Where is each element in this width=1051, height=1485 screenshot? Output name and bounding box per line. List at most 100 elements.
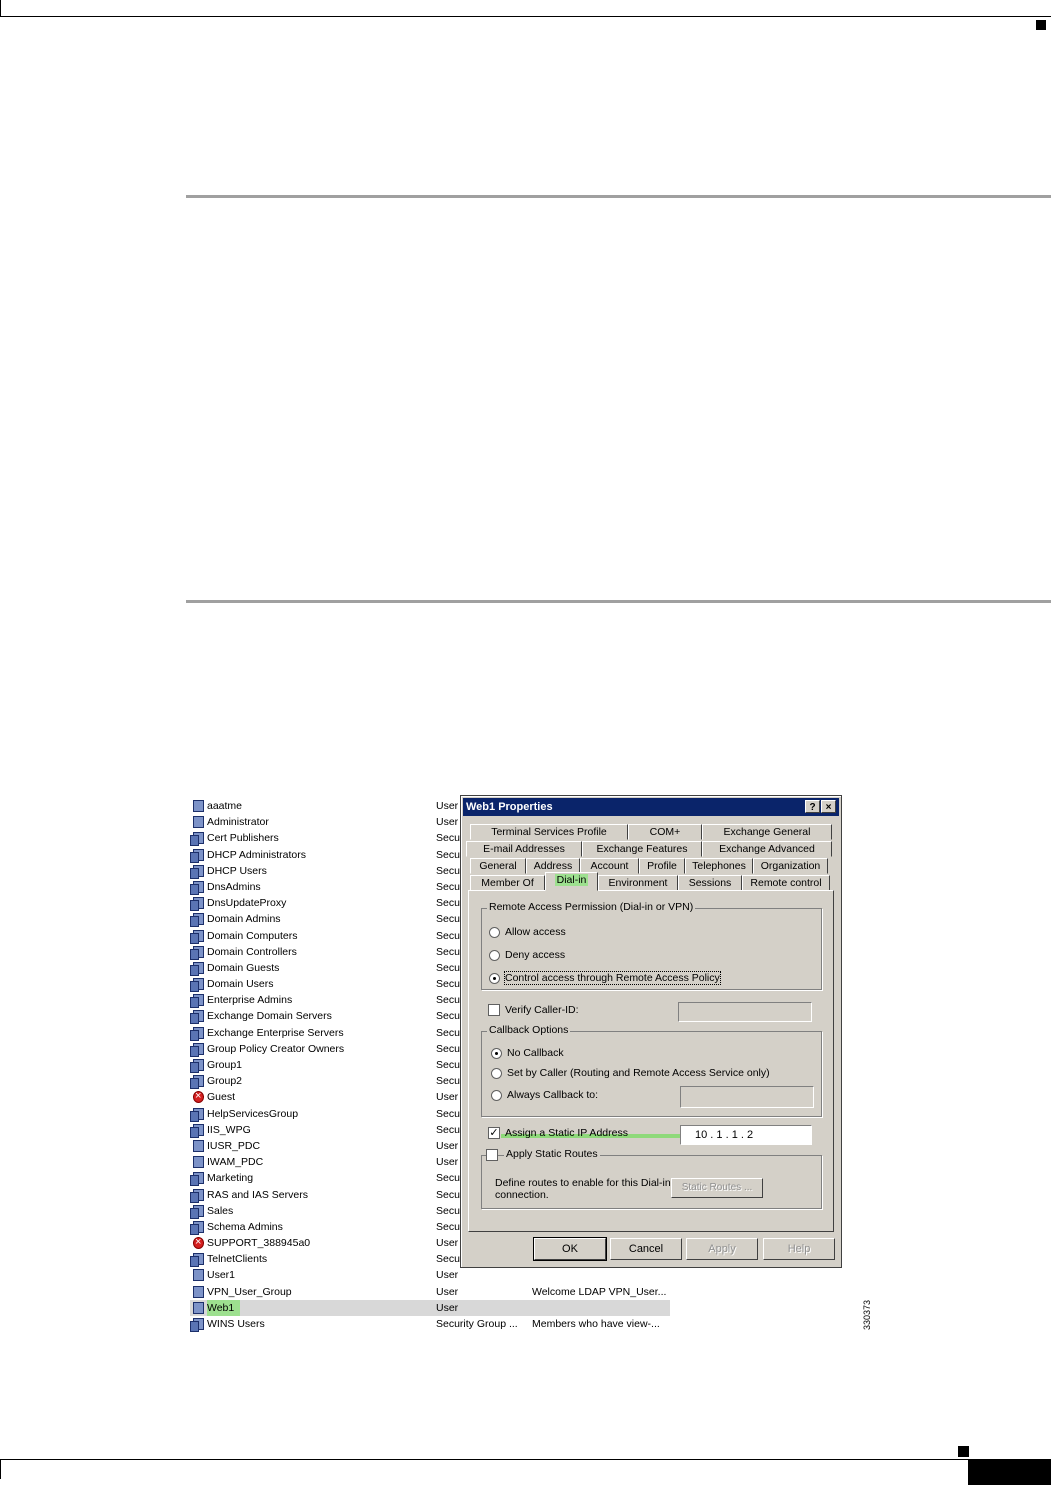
- tab-organization[interactable]: Organization: [753, 858, 828, 874]
- group-icon: [190, 1107, 204, 1122]
- tab-general[interactable]: General: [470, 858, 526, 874]
- deny-access-label[interactable]: Deny access: [505, 949, 565, 961]
- group-icon: [190, 913, 204, 928]
- list-item-name: IUSR_PDC: [207, 1139, 261, 1152]
- static-ip-address-field[interactable]: 10 . 1 . 1 . 2: [680, 1125, 812, 1145]
- section-rule: [186, 195, 1051, 198]
- list-item-type: Secu: [436, 1220, 460, 1233]
- group-icon: [190, 1026, 204, 1041]
- list-item-name: Group Policy Creator Owners: [207, 1042, 345, 1055]
- list-item-type: Secu: [436, 897, 460, 910]
- group-icon: [190, 1172, 204, 1187]
- footer-tick: [0, 1459, 1, 1479]
- help-icon[interactable]: ?: [805, 800, 820, 813]
- user-icon: [193, 1156, 204, 1169]
- always-callback-field[interactable]: [680, 1086, 814, 1108]
- tab-telephones[interactable]: Telephones: [685, 858, 753, 874]
- disabled-user-icon: [193, 1234, 204, 1250]
- list-item-type: User: [436, 1091, 459, 1104]
- list-item-type: Secu: [436, 1042, 460, 1055]
- list-item-type: Secu: [436, 1075, 460, 1088]
- user-icon: [193, 1269, 204, 1282]
- static-ip-label[interactable]: Assign a Static IP Address: [505, 1127, 628, 1139]
- static-ip-checkbox[interactable]: ✓: [488, 1127, 500, 1139]
- group-icon: [190, 1253, 204, 1268]
- allow-access-radio[interactable]: [489, 927, 500, 938]
- list-item[interactable]: WINS Users Security Group ... Members who …: [190, 1316, 670, 1332]
- tab-exchange-general[interactable]: Exchange General: [702, 824, 832, 840]
- tab-email-addresses[interactable]: E-mail Addresses: [466, 841, 582, 857]
- set-by-caller-radio[interactable]: [491, 1068, 502, 1079]
- tab-terminal-services-profile[interactable]: Terminal Services Profile: [470, 824, 628, 840]
- tab-com-plus[interactable]: COM+: [628, 824, 702, 840]
- list-item-name: Guest: [207, 1091, 236, 1104]
- list-item-name: Administrator: [207, 816, 269, 829]
- list-item-type: Secu: [436, 1188, 460, 1201]
- group-icon: [190, 848, 204, 863]
- list-item-type: Secu: [436, 945, 460, 958]
- callback-options-group: Callback Options No Callback Set by Call…: [481, 1024, 822, 1117]
- footer-rule: [0, 1459, 1051, 1460]
- tab-environment[interactable]: Environment: [598, 875, 678, 891]
- header-rule: [0, 16, 1051, 17]
- dialog-titlebar[interactable]: Web1 Properties ? ×: [463, 798, 839, 816]
- list-item-name: Group1: [207, 1059, 243, 1071]
- group-icon: [190, 1220, 204, 1235]
- group-icon: [190, 961, 204, 976]
- list-item-type: User: [436, 1139, 459, 1152]
- tab-remote-control[interactable]: Remote control: [742, 875, 830, 891]
- list-item-name: HelpServicesGroup: [207, 1107, 299, 1120]
- list-item[interactable]: VPN_User_Group User Welcome LDAP VPN_User.…: [190, 1284, 670, 1300]
- remote-access-legend: Remote Access Permission (Dial-in or VPN…: [487, 901, 696, 913]
- disabled-user-icon: [193, 1088, 204, 1104]
- policy-access-label[interactable]: Control access through Remote Access Pol…: [504, 971, 721, 985]
- ok-button[interactable]: OK: [533, 1237, 607, 1261]
- list-item-name: VPN_User_Group: [207, 1285, 292, 1298]
- allow-access-label[interactable]: Allow access: [505, 926, 566, 938]
- tab-sessions[interactable]: Sessions: [678, 875, 742, 891]
- group-icon: [190, 994, 204, 1009]
- cancel-button[interactable]: Cancel: [610, 1238, 682, 1260]
- list-item-name: Exchange Enterprise Servers: [207, 1026, 344, 1039]
- group-icon: [190, 1318, 204, 1332]
- list-item[interactable]: Web1 User: [190, 1299, 670, 1316]
- callback-options-legend: Callback Options: [487, 1024, 571, 1036]
- static-routes-label[interactable]: Apply Static Routes: [504, 1148, 600, 1160]
- always-callback-label[interactable]: Always Callback to:: [507, 1089, 598, 1101]
- group-icon: [190, 1059, 204, 1073]
- static-routes-button[interactable]: Static Routes ...: [671, 1178, 763, 1198]
- list-item-type: Secu: [436, 961, 460, 974]
- policy-access-radio[interactable]: [489, 973, 500, 984]
- list-item-type: Secu: [436, 1253, 460, 1266]
- close-icon[interactable]: ×: [821, 800, 836, 813]
- set-by-caller-label[interactable]: Set by Caller (Routing and Remote Access…: [507, 1067, 770, 1079]
- tab-dial-in[interactable]: Dial-in: [545, 872, 598, 891]
- always-callback-radio[interactable]: [491, 1090, 502, 1101]
- list-item-name: WINS Users: [207, 1318, 265, 1330]
- deny-access-radio[interactable]: [489, 950, 500, 961]
- tab-exchange-advanced[interactable]: Exchange Advanced: [702, 841, 832, 857]
- user-icon: [193, 1139, 204, 1152]
- help-button[interactable]: Help: [763, 1238, 835, 1260]
- static-routes-checkbox[interactable]: [486, 1149, 498, 1161]
- caller-id-field[interactable]: [678, 1002, 812, 1022]
- list-item-name: Domain Computers: [207, 929, 298, 942]
- list-item-name: DHCP Users: [207, 864, 267, 877]
- verify-caller-id-checkbox[interactable]: [488, 1004, 500, 1016]
- list-item-name: Exchange Domain Servers: [207, 1010, 332, 1023]
- web1-properties-dialog: Web1 Properties ? × Terminal Services Pr…: [460, 795, 842, 1268]
- no-callback-radio[interactable]: [491, 1048, 502, 1059]
- tab-exchange-features[interactable]: Exchange Features: [582, 841, 702, 857]
- list-item-type: Secu: [436, 994, 460, 1007]
- group-icon: [190, 864, 204, 879]
- no-callback-label[interactable]: No Callback: [507, 1047, 564, 1059]
- group-icon: [190, 1010, 204, 1025]
- list-item-name: Schema Admins: [207, 1220, 283, 1233]
- apply-button[interactable]: Apply: [686, 1238, 758, 1260]
- group-icon: [190, 880, 204, 895]
- list-item[interactable]: User1 User: [190, 1267, 670, 1283]
- tab-profile[interactable]: Profile: [639, 858, 685, 874]
- verify-caller-id-label[interactable]: Verify Caller-ID:: [505, 1004, 579, 1016]
- list-item-name: Domain Users: [207, 978, 274, 991]
- tab-member-of[interactable]: Member Of: [470, 875, 545, 891]
